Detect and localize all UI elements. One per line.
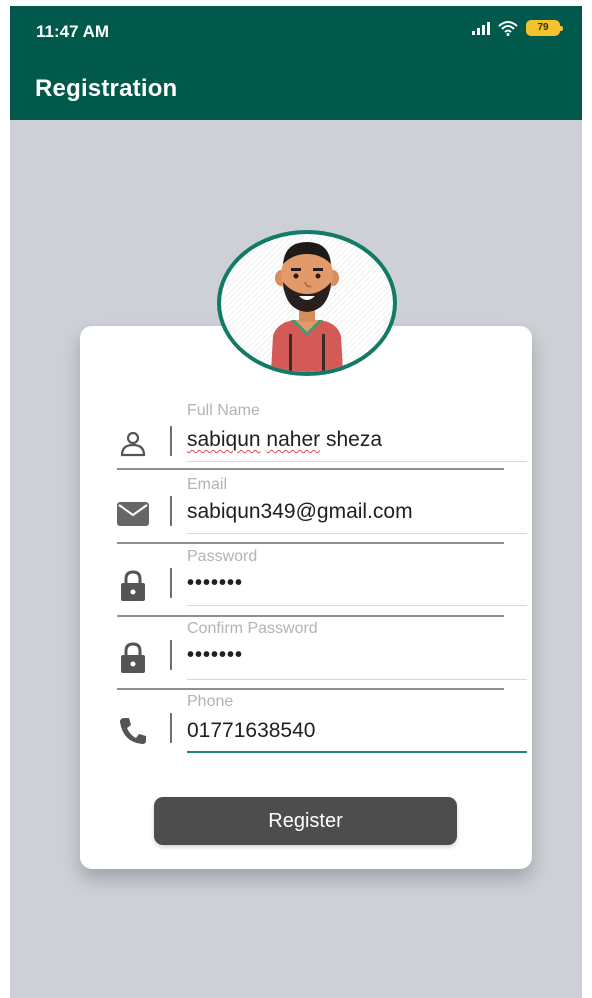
full-name-word: sheza <box>325 428 383 451</box>
user-avatar-illustration <box>217 230 397 376</box>
full-name-input[interactable]: sabiqun naher sheza <box>187 428 382 452</box>
full-name-word: sabiqun <box>187 428 261 451</box>
full-name-word: naher <box>266 428 321 451</box>
register-button[interactable]: Register <box>154 797 457 845</box>
mail-icon <box>117 498 149 530</box>
wifi-icon <box>498 21 518 36</box>
full-name-label: Full Name <box>187 402 260 419</box>
input-underline-focused <box>187 751 527 753</box>
input-underline <box>187 533 527 534</box>
input-underline <box>187 461 527 462</box>
status-bar: 11:47 AM 79 <box>10 6 582 58</box>
signal-icon <box>472 21 490 35</box>
app-bar: Registration <box>10 58 582 120</box>
phone-field[interactable]: Phone 01771638540 <box>117 693 527 767</box>
phone-input[interactable]: 01771638540 <box>187 719 315 743</box>
phone-label: Phone <box>187 693 234 710</box>
email-input[interactable]: sabiqun349@gmail.com <box>187 500 413 524</box>
email-field[interactable]: Email sabiqun349@gmail.com <box>117 476 527 550</box>
field-divider <box>170 568 172 598</box>
password-input[interactable]: ••••••• <box>187 572 243 595</box>
email-label: Email <box>187 476 228 493</box>
field-divider <box>170 713 172 743</box>
page-title: Registration <box>35 75 178 102</box>
app-screen: 11:47 AM 79 Registration Full Name sabiq… <box>10 6 582 998</box>
lock-icon <box>117 642 149 674</box>
phone-icon <box>117 715 149 747</box>
input-underline <box>187 679 527 680</box>
full-name-field[interactable]: Full Name sabiqun naher sheza <box>117 402 527 476</box>
lock-icon <box>117 570 149 602</box>
input-underline <box>187 605 527 606</box>
field-separator <box>117 542 504 544</box>
field-separator <box>117 615 504 617</box>
field-divider <box>170 496 172 526</box>
status-time: 11:47 AM <box>36 22 110 41</box>
battery-icon: 79 <box>526 20 563 36</box>
password-field[interactable]: Password ••••••• <box>117 548 527 622</box>
field-separator <box>117 688 504 690</box>
field-divider <box>170 640 172 670</box>
confirm-password-field[interactable]: Confirm Password ••••••• <box>117 620 527 694</box>
confirm-password-label: Confirm Password <box>187 620 318 637</box>
field-divider <box>170 426 172 456</box>
field-separator <box>117 468 504 470</box>
password-label: Password <box>187 548 258 565</box>
confirm-password-input[interactable]: ••••••• <box>187 644 243 667</box>
person-icon <box>117 428 149 460</box>
status-icons: 79 <box>472 20 563 36</box>
